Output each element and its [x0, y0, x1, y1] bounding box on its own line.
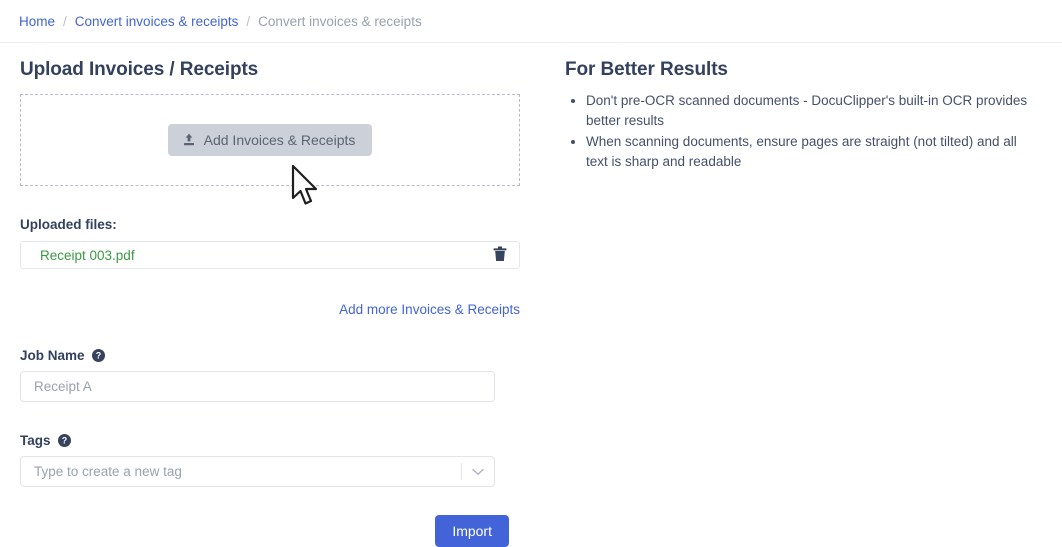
svg-text:?: ? [95, 351, 101, 361]
svg-text:?: ? [61, 436, 67, 446]
uploaded-file-name: Receipt 003.pdf [40, 247, 135, 263]
breadcrumb-separator-2: / [246, 13, 251, 29]
breadcrumb-current: Convert invoices & receipts [258, 13, 422, 29]
upload-icon [182, 133, 196, 147]
job-name-label: Job Name [20, 348, 85, 363]
submit-wrapper: Import [20, 515, 520, 547]
tags-select[interactable]: Type to create a new tag [20, 456, 495, 487]
add-invoices-receipts-button[interactable]: Add Invoices & Receipts [167, 124, 373, 156]
list-item: When scanning documents, ensure pages ar… [586, 132, 1040, 171]
tips-title: For Better Results [565, 59, 728, 80]
page-title: Upload Invoices / Receipts [20, 59, 259, 80]
job-name-input[interactable] [20, 371, 495, 402]
page-body: Upload Invoices / Receipts Add Invoices … [0, 43, 1062, 547]
tags-label-row: Tags ? [20, 433, 540, 448]
tips-list: Don't pre-OCR scanned documents - DocuCl… [565, 91, 1040, 171]
chevron-down-icon[interactable] [462, 468, 494, 476]
list-item: Don't pre-OCR scanned documents - DocuCl… [586, 91, 1040, 130]
breadcrumb-home-link[interactable]: Home [19, 14, 55, 29]
add-more-wrapper: Add more Invoices & Receipts [20, 302, 520, 317]
add-invoices-receipts-label: Add Invoices & Receipts [203, 132, 356, 148]
file-dropzone[interactable]: Add Invoices & Receipts [20, 94, 520, 186]
add-more-invoices-link[interactable]: Add more Invoices & Receipts [339, 302, 520, 317]
help-icon[interactable]: ? [91, 349, 105, 362]
breadcrumb-section-link[interactable]: Convert invoices & receipts [75, 14, 239, 29]
breadcrumb: Home / Convert invoices & receipts / Con… [0, 0, 1062, 43]
trash-icon [493, 246, 507, 265]
help-icon[interactable]: ? [57, 434, 71, 447]
upload-panel: Upload Invoices / Receipts Add Invoices … [0, 59, 540, 547]
tags-label: Tags [20, 433, 51, 448]
uploaded-files-label: Uploaded files: [20, 217, 117, 232]
breadcrumb-separator-1: / [63, 13, 67, 29]
import-button[interactable]: Import [435, 515, 509, 547]
uploaded-file-row: Receipt 003.pdf [20, 241, 520, 269]
tags-placeholder: Type to create a new tag [34, 464, 182, 479]
delete-file-button[interactable] [493, 246, 507, 265]
job-name-label-row: Job Name ? [20, 348, 540, 363]
tips-panel: For Better Results Don't pre-OCR scanned… [540, 59, 1040, 547]
